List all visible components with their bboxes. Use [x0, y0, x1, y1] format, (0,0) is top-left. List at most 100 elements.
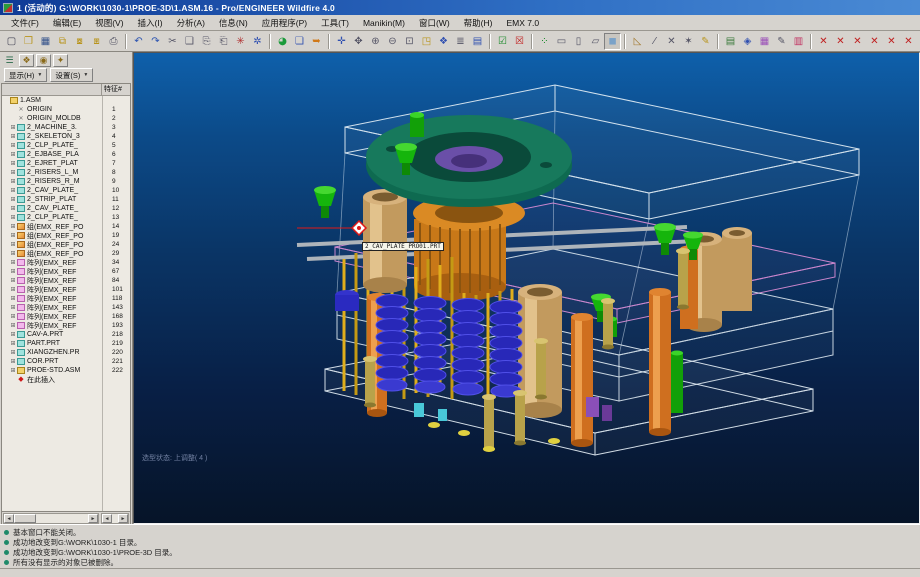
- 3d-model-canvas[interactable]: [134, 53, 918, 524]
- expand-icon[interactable]: ⊞: [9, 295, 17, 302]
- expand-icon[interactable]: ⊞: [9, 331, 17, 338]
- shaded-display-icon[interactable]: ◼: [604, 32, 621, 50]
- show-dropdown-button[interactable]: 显示(H) ▼: [4, 68, 48, 82]
- expand-icon[interactable]: ⊞: [9, 196, 17, 203]
- tree-row[interactable]: ⊞ 2_SKELETON_3 4: [2, 132, 130, 141]
- expand-icon[interactable]: ⊞: [9, 268, 17, 275]
- expand-icon[interactable]: ⊞: [9, 160, 17, 167]
- menu-item[interactable]: 插入(I): [131, 16, 170, 30]
- tree-item-label[interactable]: 2_CAV_PLATE_: [27, 187, 78, 194]
- emx-screws-icon[interactable]: ✕: [815, 33, 832, 50]
- tree-item-label[interactable]: PROE-STD.ASM: [27, 367, 80, 374]
- tree-row[interactable]: ◆ 在此插入: [2, 375, 130, 384]
- undo-icon[interactable]: ↶: [130, 33, 147, 50]
- emx-components-icon[interactable]: ✕: [866, 33, 883, 50]
- menu-item[interactable]: 窗口(W): [412, 16, 457, 30]
- expand-icon[interactable]: ⊞: [9, 340, 17, 347]
- emx-cooling-icon[interactable]: ✕: [900, 33, 917, 50]
- menu-item[interactable]: 分析(A): [170, 16, 212, 30]
- datum-point-toggle-icon[interactable]: ✕: [663, 33, 680, 50]
- emx-colorbars-icon[interactable]: ▥: [790, 33, 807, 50]
- menu-item[interactable]: 信息(N): [212, 16, 255, 30]
- menu-item[interactable]: 工具(T): [314, 16, 356, 30]
- expand-icon[interactable]: ⊞: [9, 133, 17, 140]
- expand-icon[interactable]: ⊞: [9, 151, 17, 158]
- new-file-icon[interactable]: ▢: [3, 33, 20, 50]
- tree-item-label[interactable]: ORIGIN: [27, 106, 52, 113]
- tree-horizontal-scrollbar[interactable]: ◄ ►: [3, 513, 99, 524]
- model-tree-toggle-icon[interactable]: ☰: [2, 53, 17, 67]
- tree-item-label[interactable]: 1.ASM: [20, 97, 41, 104]
- emx-ejector-icon[interactable]: ✕: [883, 33, 900, 50]
- tree-item-label[interactable]: 在此插入: [27, 375, 55, 385]
- datum-display-icon[interactable]: ⁘: [536, 33, 553, 50]
- expand-icon[interactable]: ⊞: [9, 277, 17, 284]
- folder-browser-tab-icon[interactable]: ❖: [19, 53, 34, 67]
- tree-item-label[interactable]: 2_MACHINE_3.: [27, 124, 77, 131]
- favorites-tab-icon[interactable]: ◉: [36, 53, 51, 67]
- tree-item-label[interactable]: 2_CLP_PLATE_: [27, 142, 78, 149]
- expand-icon[interactable]: ⊞: [9, 358, 17, 365]
- expand-icon[interactable]: ⊞: [9, 142, 17, 149]
- scroll-left-icon[interactable]: ◄: [102, 514, 112, 523]
- datum-axis-toggle-icon[interactable]: ⁄: [646, 33, 663, 50]
- csys-toggle-icon[interactable]: ✶: [680, 33, 697, 50]
- expand-icon[interactable]: ⊞: [9, 232, 17, 239]
- refit-icon[interactable]: ⊡: [401, 33, 418, 50]
- spin-center-icon[interactable]: ✛: [333, 33, 350, 50]
- emx-preview-icon[interactable]: ◈: [739, 33, 756, 50]
- expand-icon[interactable]: ⊞: [9, 322, 17, 329]
- emx-notes-icon[interactable]: ▤: [722, 33, 739, 50]
- close-window-icon[interactable]: ☒: [511, 33, 528, 50]
- open-file-icon[interactable]: ❐: [20, 33, 37, 50]
- tree-item-label[interactable]: 2_CLP_PLATE_: [27, 214, 78, 221]
- tree-row[interactable]: ⊞ 2_RISERS_L_M 8: [2, 168, 130, 177]
- tree-item-label[interactable]: 阵列(EMX_REF: [27, 321, 76, 331]
- paste-special-icon[interactable]: ⎗: [215, 33, 232, 50]
- wireframe-display-icon[interactable]: ▭: [553, 33, 570, 50]
- expand-icon[interactable]: ⊞: [9, 205, 17, 212]
- title-bar[interactable]: 1 (活动的) G:\WORK\1030-1\PROE-3D\1.ASM.16 …: [0, 0, 920, 15]
- activate-window-icon[interactable]: ☑: [494, 33, 511, 50]
- tree-row[interactable]: ⊞ 2_CLP_PLATE_ 5: [2, 141, 130, 150]
- column-horizontal-scrollbar[interactable]: ◄ ►: [101, 513, 129, 524]
- expand-icon[interactable]: ⊞: [9, 259, 17, 266]
- scroll-right-icon[interactable]: ►: [88, 514, 98, 523]
- tree-item-label[interactable]: 2_EJRET_PLAT: [27, 160, 78, 167]
- render-view-icon[interactable]: ◕: [274, 33, 291, 50]
- expand-icon[interactable]: ⊞: [9, 286, 17, 293]
- menu-item[interactable]: 文件(F): [4, 16, 46, 30]
- save-copy-icon[interactable]: ⧉: [54, 33, 71, 50]
- expand-icon[interactable]: ⊞: [9, 223, 17, 230]
- menu-item[interactable]: 帮助(H): [457, 16, 500, 30]
- tree-row[interactable]: ⊞ COR.PRT 221: [2, 357, 130, 366]
- menu-item[interactable]: 应用程序(P): [255, 16, 314, 30]
- menu-item[interactable]: 编辑(E): [46, 16, 88, 30]
- emx-grid-icon[interactable]: ▦: [756, 33, 773, 50]
- tree-item-label[interactable]: PART.PRT: [27, 340, 60, 347]
- tree-row[interactable]: ⊞ PART.PRT 219: [2, 339, 130, 348]
- expand-icon[interactable]: ⊞: [9, 214, 17, 221]
- scroll-right-icon[interactable]: ►: [118, 514, 128, 523]
- tree-item-label[interactable]: XIANGZHEN.PR: [27, 349, 80, 356]
- repaint-icon[interactable]: ➥: [308, 33, 325, 50]
- expand-icon[interactable]: ⊞: [9, 187, 17, 194]
- expand-icon[interactable]: ⊞: [9, 124, 17, 131]
- tree-item-label[interactable]: COR.PRT: [27, 358, 58, 365]
- tree-row[interactable]: ⊞ 2_EJBASE_PLA 6: [2, 150, 130, 159]
- layer-list-icon[interactable]: ≣: [452, 33, 469, 50]
- hidden-line-display-icon[interactable]: ▯: [570, 33, 587, 50]
- zoom-in-icon[interactable]: ⊕: [367, 33, 384, 50]
- emx-draw-icon[interactable]: ✎: [773, 33, 790, 50]
- settings-dropdown-button[interactable]: 设置(S) ▼: [50, 68, 94, 82]
- regenerate-icon[interactable]: ✳: [232, 33, 249, 50]
- orient-view-icon[interactable]: ◳: [418, 33, 435, 50]
- expand-icon[interactable]: ⊞: [9, 241, 17, 248]
- cut-icon[interactable]: ✂: [164, 33, 181, 50]
- expand-icon[interactable]: ⊞: [9, 178, 17, 185]
- tree-item-label[interactable]: 2_RISERS_R_M: [27, 178, 80, 185]
- expand-icon[interactable]: ⊞: [9, 349, 17, 356]
- tree-item-label[interactable]: 2_EJBASE_PLA: [27, 151, 79, 158]
- datum-plane-toggle-icon[interactable]: ◺: [629, 33, 646, 50]
- pan-view-icon[interactable]: ✥: [350, 33, 367, 50]
